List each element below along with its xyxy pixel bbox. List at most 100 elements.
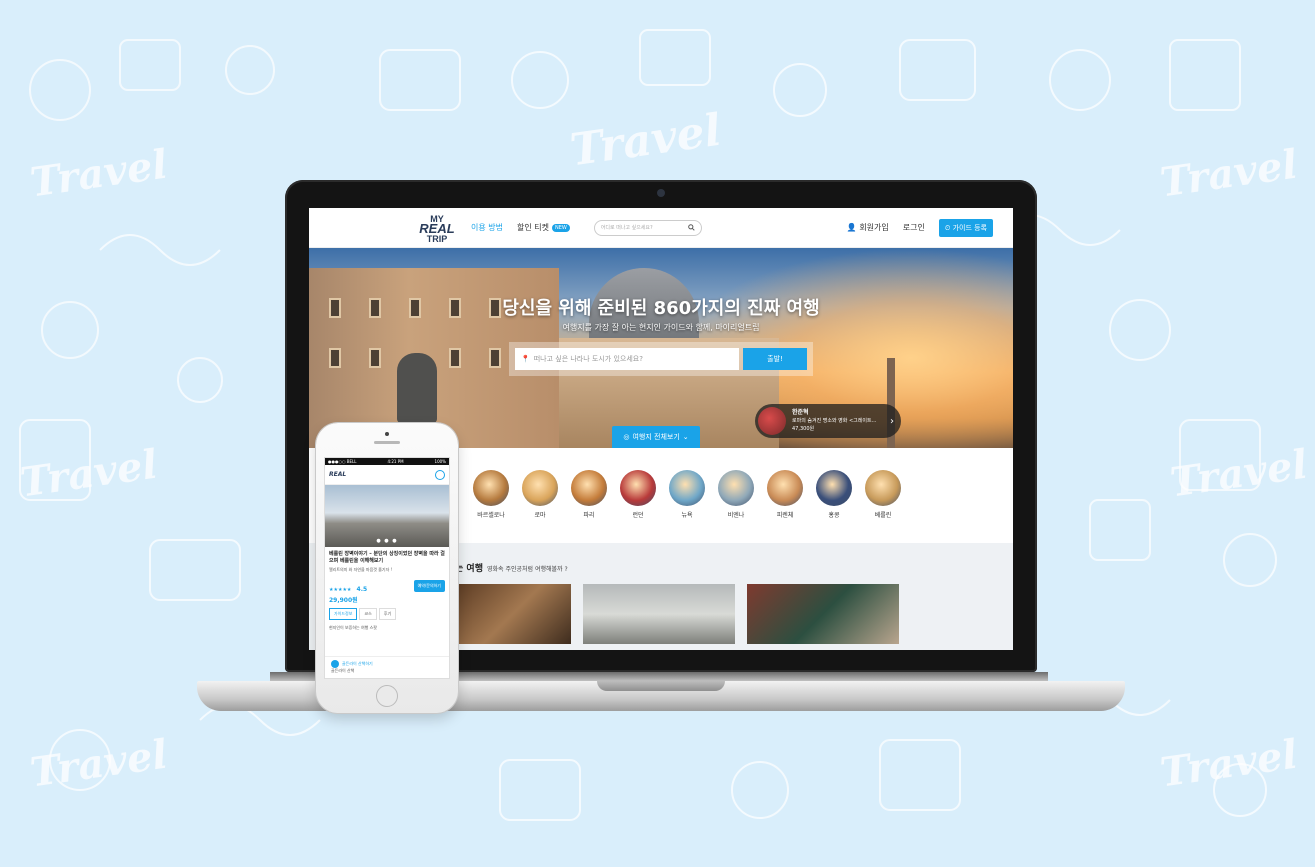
battery-level: 100%	[434, 459, 446, 464]
all-destinations-label: 여행지 전체보기	[632, 433, 680, 441]
city-item[interactable]: 파리	[571, 470, 607, 543]
building-window	[489, 348, 501, 368]
spot-list: 현지인이 보증하는 여행 스팟	[329, 625, 377, 630]
bottom-location-label[interactable]: 골든라이 산책하기	[342, 661, 373, 666]
header-actions: 👤 회원가입 로그인 ⏲ 가이드 등록	[847, 218, 993, 237]
hero-search-input[interactable]: 📍 떠나고 싶은 나라나 도시가 있으세요?	[515, 348, 739, 370]
building-window	[329, 348, 341, 368]
location-pin-icon: 📍	[521, 355, 530, 363]
city-label: 파리	[583, 512, 595, 519]
nav-discount-ticket[interactable]: 할인 티켓 NEW	[517, 222, 570, 233]
tour-price: 29,900원	[329, 597, 358, 604]
user-icon: 👤	[846, 223, 857, 232]
statue	[397, 353, 437, 423]
phone-status-bar: ●●●○○ BELL 4:21 PM 100%	[325, 458, 449, 465]
guide-register-button[interactable]: ⏲ 가이드 등록	[938, 218, 993, 237]
nav-ticket-label: 할인 티켓	[516, 223, 549, 232]
mobile-tabs: 가이드정보 코스 후기	[329, 608, 445, 620]
city-item[interactable]: 홍콩	[816, 470, 852, 543]
city-label: 로마	[534, 512, 546, 519]
clock-icon: ⏲	[944, 223, 951, 232]
chevron-right-icon: ›	[890, 415, 894, 427]
mobile-logo[interactable]: REAL	[329, 471, 346, 478]
city-label: 뉴욕	[681, 512, 693, 519]
city-thumbnail	[767, 470, 803, 506]
status-time: 4:21 PM	[387, 459, 404, 464]
tour-card[interactable]	[455, 584, 571, 644]
city-item[interactable]: 베를린	[865, 470, 901, 543]
city-item[interactable]: 뉴욕	[669, 470, 705, 543]
tour-description: 엘리트의미 와 자연을 마음껏 즐기자 !	[329, 567, 393, 572]
city-label: 피렌체	[776, 512, 794, 519]
tour-photo: ● ● ●	[325, 485, 449, 547]
city-thumbnail	[620, 470, 656, 506]
site-logo[interactable]: MY REAL TRIP	[419, 214, 455, 244]
building-window	[449, 348, 461, 368]
chevron-down-icon: ⌄	[682, 433, 689, 441]
city-label: 비엔나	[727, 512, 745, 519]
city-label: 홍콩	[828, 512, 840, 519]
bottom-location-sub: 골든라이 산책	[331, 668, 355, 673]
city-thumbnail	[816, 470, 852, 506]
search-icon	[688, 224, 695, 231]
city-item[interactable]: 바르셀로나	[473, 470, 509, 543]
city-label: 런던	[632, 512, 644, 519]
section-title: 는 여행 영화속 주인공처럼 여행해볼까 ?	[455, 561, 1013, 574]
signup-label: 회원가입	[859, 223, 889, 232]
globe-icon[interactable]	[435, 469, 445, 480]
hero-title: 당신을 위해 준비된 860가지의 진짜 여행	[502, 298, 820, 319]
header-search-placeholder: 어디로 떠나고 싶으세요?	[600, 225, 653, 231]
building-window	[369, 348, 381, 368]
home-button[interactable]	[376, 685, 398, 707]
tab-reviews[interactable]: 후기	[378, 608, 397, 620]
carrier-signal: ●●●○○ BELL	[328, 459, 357, 464]
laptop-camera	[657, 189, 665, 197]
city-thumbnail	[718, 470, 754, 506]
header-search-input[interactable]: 어디로 떠나고 싶으세요?	[593, 219, 702, 236]
avatar	[758, 407, 786, 435]
city-item[interactable]: 비엔나	[718, 470, 754, 543]
tour-title: 베를린 장벽이야기 – 분단의 상징이었던 장벽을 따라 걸으며 베를린을 이해…	[329, 551, 445, 564]
login-link[interactable]: 로그인	[903, 222, 925, 233]
promo-text: 한준혁 로마의 숨겨진 명소와 영화 <그레이트… 47,300원	[792, 409, 884, 433]
laptop-notch	[597, 681, 725, 691]
rating-row: ★★★★★ 4.5 예약/문의하기	[329, 576, 445, 595]
hero-search-button[interactable]: 출발!	[743, 348, 807, 370]
promo-price: 47,300원	[792, 426, 815, 432]
tab-guide-info[interactable]: 가이드정보	[329, 608, 358, 620]
mobile-header: REAL	[325, 465, 449, 485]
location-pin-icon	[331, 660, 339, 668]
tour-cards	[455, 584, 1013, 644]
site-header: MY REAL TRIP 이용 방법 할인 티켓 NEW 어디로 떠나고 싶으세요…	[309, 208, 1013, 248]
book-button[interactable]: 예약/문의하기	[413, 579, 445, 592]
tab-course[interactable]: 코스	[359, 608, 377, 620]
city-thumbnail	[571, 470, 607, 506]
city-item[interactable]: 런던	[620, 470, 656, 543]
star-rating-icon: ★★★★★	[329, 587, 352, 593]
globe-icon: ◎	[623, 433, 630, 441]
tour-card[interactable]	[583, 584, 735, 644]
promo-description: 로마의 숨겨진 명소와 영화 <그레이트…	[792, 418, 877, 424]
guide-register-label: 가이드 등록	[952, 223, 987, 232]
nav-how-to-use[interactable]: 이용 방법	[471, 222, 503, 233]
mobile-bottom-bar: 골든라이 산책하기 골든라이 산책	[325, 656, 449, 678]
city-item[interactable]: 로마	[522, 470, 558, 543]
carousel-dots[interactable]: ● ● ●	[325, 538, 449, 544]
city-item[interactable]: 피렌체	[767, 470, 803, 543]
rating-value: 4.5	[356, 586, 368, 593]
logo-bottom-text: TRIP	[426, 233, 448, 244]
guide-promo-card[interactable]: 한준혁 로마의 숨겨진 명소와 영화 <그레이트… 47,300원 ›	[755, 404, 901, 438]
hero-banner: 당신을 위해 준비된 860가지의 진짜 여행 여행지를 가장 잘 아는 현지인…	[309, 248, 1013, 448]
all-destinations-button[interactable]: ◎ 여행지 전체보기 ⌄	[612, 426, 700, 448]
tour-card[interactable]	[747, 584, 899, 644]
rating: ★★★★★ 4.5	[329, 576, 367, 595]
phone-screen: ●●●○○ BELL 4:21 PM 100% REAL ● ● ● 베를린 장…	[324, 457, 450, 679]
section-title-text: 는 여행	[455, 564, 483, 574]
city-thumbnail	[473, 470, 509, 506]
city-label: 바르셀로나	[477, 512, 505, 519]
hero-search-placeholder: 떠나고 싶은 나라나 도시가 있으세요?	[533, 355, 643, 363]
signup-link[interactable]: 👤 회원가입	[847, 222, 889, 233]
city-label: 베를린	[874, 512, 892, 519]
section-subtitle: 영화속 주인공처럼 여행해볼까 ?	[486, 566, 568, 573]
hero-subtitle: 여행지를 가장 잘 아는 현지인 가이드와 함께, 마이리얼트립	[562, 323, 760, 332]
